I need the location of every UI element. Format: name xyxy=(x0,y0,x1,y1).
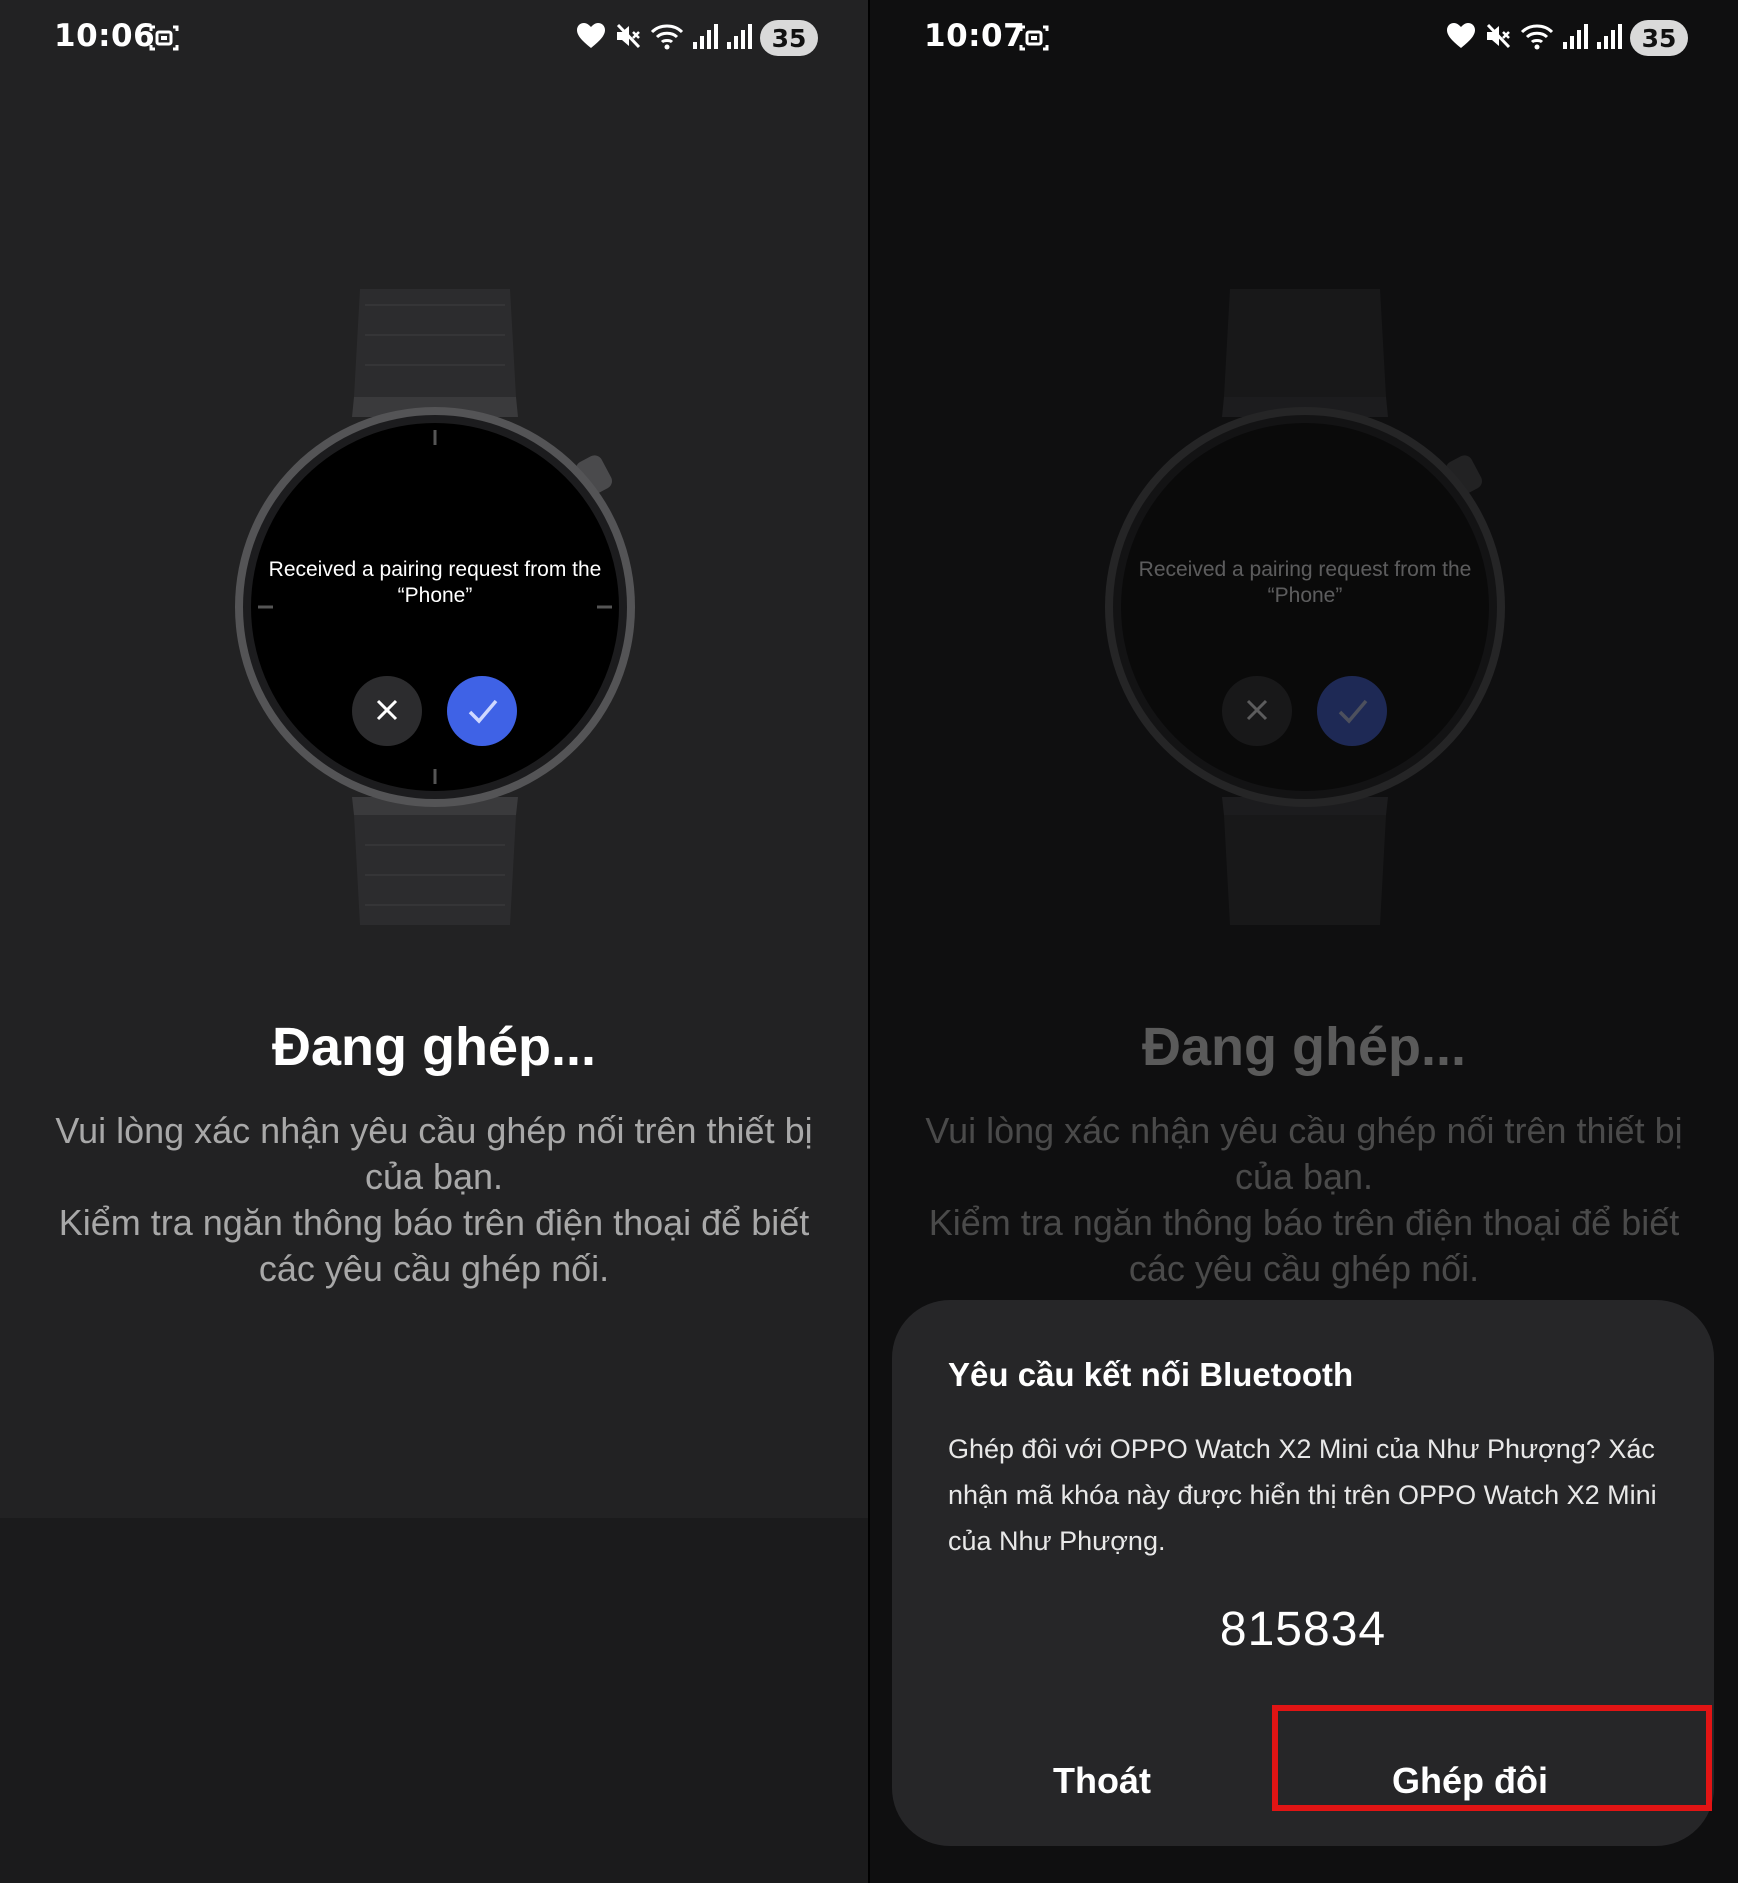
left-screen: 10:06 35 Received a pairing request from… xyxy=(0,0,868,1883)
signal-icon xyxy=(692,22,718,54)
right-screen: 10:07 35 Received a pairing request from… xyxy=(870,0,1738,1883)
pairing-title: Đang ghép... xyxy=(1142,1017,1466,1077)
signal-icon xyxy=(726,22,752,54)
watch-illustration: Received a pairing request from the “Pho… xyxy=(1100,285,1510,930)
screenshot-icon xyxy=(1018,22,1050,58)
watch-pairing-message: Received a pairing request from the “Pho… xyxy=(268,558,602,607)
check-icon xyxy=(1337,697,1369,729)
pair-button-highlight xyxy=(1272,1705,1712,1811)
dialog-title: Yêu cầu kết nối Bluetooth xyxy=(948,1356,1354,1393)
heart-icon xyxy=(1446,22,1476,54)
status-bar: 10:06 35 xyxy=(0,0,868,80)
check-icon xyxy=(467,697,499,729)
pairing-description: Vui lòng xác nhận yêu cầu ghép nối trên … xyxy=(925,1110,1683,1289)
watch-pairing-message: Received a pairing request from the “Pho… xyxy=(1138,558,1472,607)
passkey-code: 815834 xyxy=(1219,1603,1387,1656)
close-icon xyxy=(375,698,399,726)
signal-icon xyxy=(1596,22,1622,54)
screenshot-icon xyxy=(148,22,180,58)
status-icons: 35 xyxy=(1446,20,1688,56)
battery-icon: 35 xyxy=(1630,20,1688,56)
dialog-message: Ghép đôi với OPPO Watch X2 Mini của Như … xyxy=(948,1434,1657,1556)
pairing-title: Đang ghép... xyxy=(272,1017,596,1077)
wifi-icon xyxy=(1520,22,1554,54)
mute-icon xyxy=(614,22,642,54)
watch-illustration: Received a pairing request from the “Pho… xyxy=(230,285,640,930)
status-time: 10:06 xyxy=(54,18,156,54)
pairing-description: Vui lòng xác nhận yêu cầu ghép nối trên … xyxy=(55,1110,813,1289)
status-icons: 35 xyxy=(576,20,818,56)
cancel-button[interactable]: Thoát xyxy=(952,1736,1252,1826)
signal-icon xyxy=(1562,22,1588,54)
bottom-area xyxy=(0,1518,868,1883)
mute-icon xyxy=(1484,22,1512,54)
wifi-icon xyxy=(650,22,684,54)
battery-icon: 35 xyxy=(760,20,818,56)
close-icon xyxy=(1245,698,1269,726)
status-time: 10:07 xyxy=(924,18,1026,54)
status-bar: 10:07 35 xyxy=(870,0,1738,80)
heart-icon xyxy=(576,22,606,54)
